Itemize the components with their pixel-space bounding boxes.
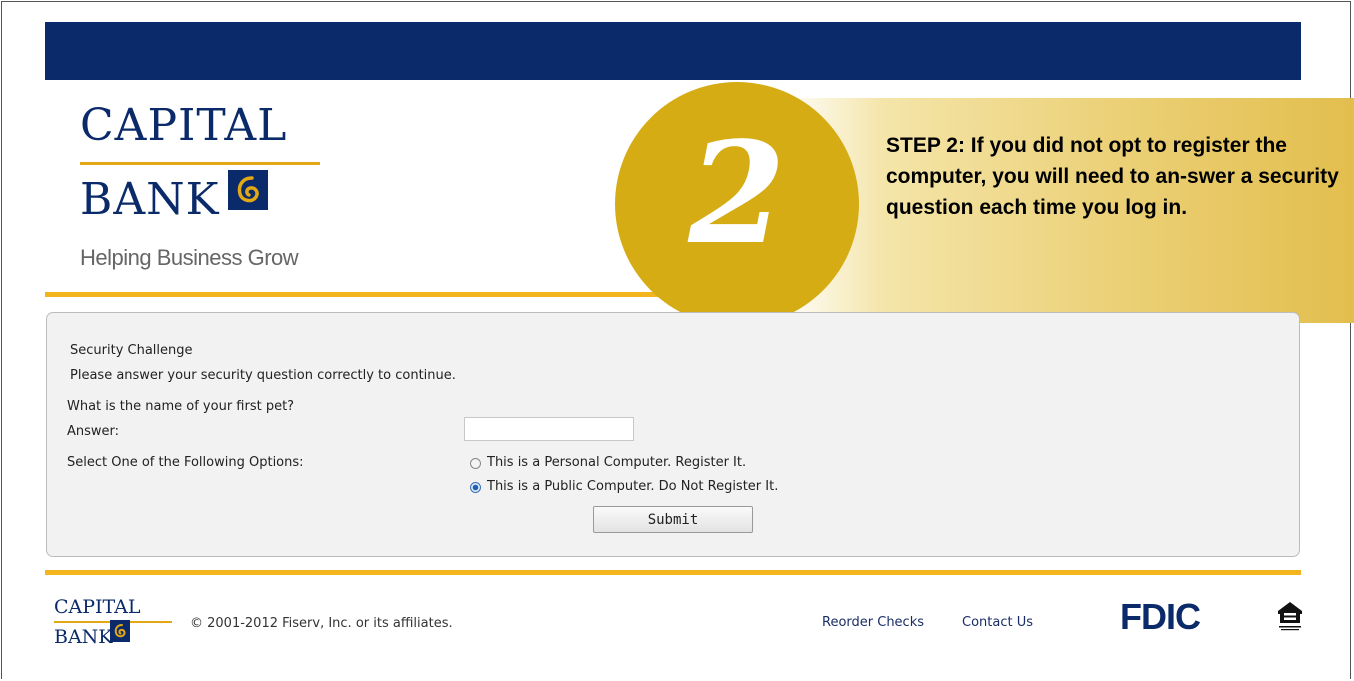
equal-housing-lender-icon xyxy=(1277,601,1303,633)
copyright-text: © 2001-2012 Fiserv, Inc. or its affiliat… xyxy=(190,616,453,631)
step-callout-text: STEP 2: If you did not opt to register t… xyxy=(886,134,1339,219)
swirl-icon xyxy=(228,170,268,210)
form-instruction: Please answer your security question cor… xyxy=(70,368,456,383)
logo-name-line2: BANK xyxy=(80,174,220,225)
header-divider xyxy=(45,292,665,297)
answer-label: Answer: xyxy=(67,424,120,439)
answer-input[interactable] xyxy=(464,417,634,441)
capital-bank-logo: CAPITAL BANK Helping Business Grow xyxy=(80,100,340,290)
form-title: Security Challenge xyxy=(70,343,193,358)
step-number-badge: 2 xyxy=(615,82,859,326)
register-computer-radio[interactable] xyxy=(470,458,481,469)
footer-logo-line2: BANK xyxy=(54,626,113,648)
security-question: What is the name of your first pet? xyxy=(67,399,295,414)
public-computer-label[interactable]: This is a Public Computer. Do Not Regist… xyxy=(487,479,778,494)
public-computer-radio[interactable] xyxy=(470,482,481,493)
submit-button[interactable]: Submit xyxy=(593,506,753,533)
logo-tagline: Helping Business Grow xyxy=(80,245,299,270)
footer-swirl-icon xyxy=(110,620,130,642)
logo-rule xyxy=(80,162,320,165)
footer-divider xyxy=(45,570,1301,575)
options-label: Select One of the Following Options: xyxy=(67,455,304,470)
footer-logo: CAPITAL BANK xyxy=(54,596,174,666)
contact-us-link[interactable]: Contact Us xyxy=(962,615,1033,630)
header-bar xyxy=(45,22,1301,80)
register-computer-label[interactable]: This is a Personal Computer. Register It… xyxy=(487,455,746,470)
reorder-checks-link[interactable]: Reorder Checks xyxy=(822,615,924,630)
logo-name-line1: CAPITAL xyxy=(80,100,288,151)
step-number: 2 xyxy=(688,112,786,276)
footer-logo-line1: CAPITAL xyxy=(54,596,141,618)
fdic-logo: FDIC xyxy=(1120,596,1201,637)
